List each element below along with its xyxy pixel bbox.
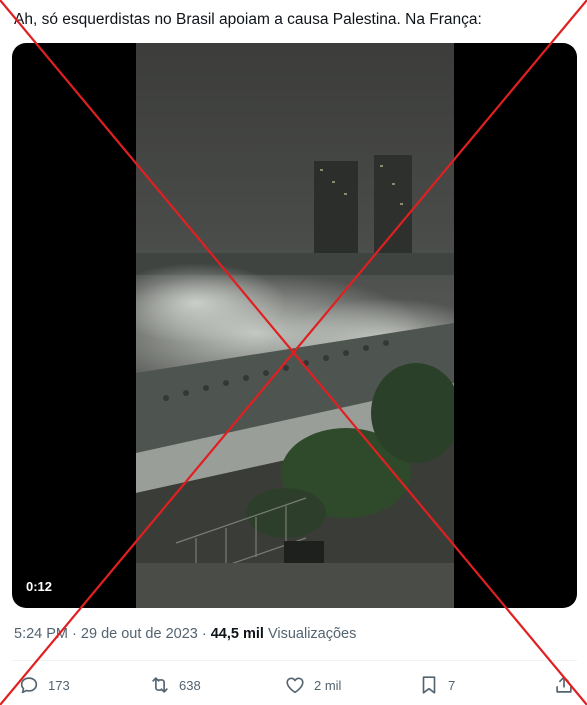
- share-icon: [556, 676, 572, 693]
- meta-separator: ·: [72, 626, 77, 642]
- like-button[interactable]: 2 mil: [284, 672, 341, 698]
- tweet-date[interactable]: 29 de out de 2023: [81, 626, 198, 642]
- like-count: 2 mil: [314, 677, 342, 693]
- divider: [12, 660, 577, 661]
- tweet-meta: 5:24 PM · 29 de out de 2023 · 44,5 mil V…: [14, 626, 356, 642]
- bookmark-button[interactable]: 7: [418, 672, 455, 698]
- retweet-count: 638: [179, 677, 201, 693]
- tweet-text: Ah, só esquerdistas no Brasil apoiam a c…: [14, 11, 482, 28]
- bookmark-count: 7: [448, 677, 456, 693]
- video-frame: [136, 43, 454, 608]
- views-label: Visualizações: [267, 626, 357, 642]
- like-icon: [286, 677, 304, 694]
- bookmark-icon: [422, 676, 436, 694]
- meta-separator: ·: [201, 626, 207, 642]
- video-player[interactable]: 0:12: [12, 43, 577, 608]
- retweet-icon: [152, 677, 168, 693]
- video-duration: 0:12: [26, 579, 53, 594]
- reply-icon: [20, 677, 38, 694]
- tweet-time[interactable]: 5:24 PM: [14, 626, 68, 642]
- reply-button[interactable]: 173: [18, 672, 70, 698]
- retweet-button[interactable]: 638: [149, 672, 201, 698]
- views-count: 44,5 mil: [210, 626, 264, 642]
- share-button[interactable]: [553, 672, 575, 698]
- reply-count: 173: [48, 677, 70, 693]
